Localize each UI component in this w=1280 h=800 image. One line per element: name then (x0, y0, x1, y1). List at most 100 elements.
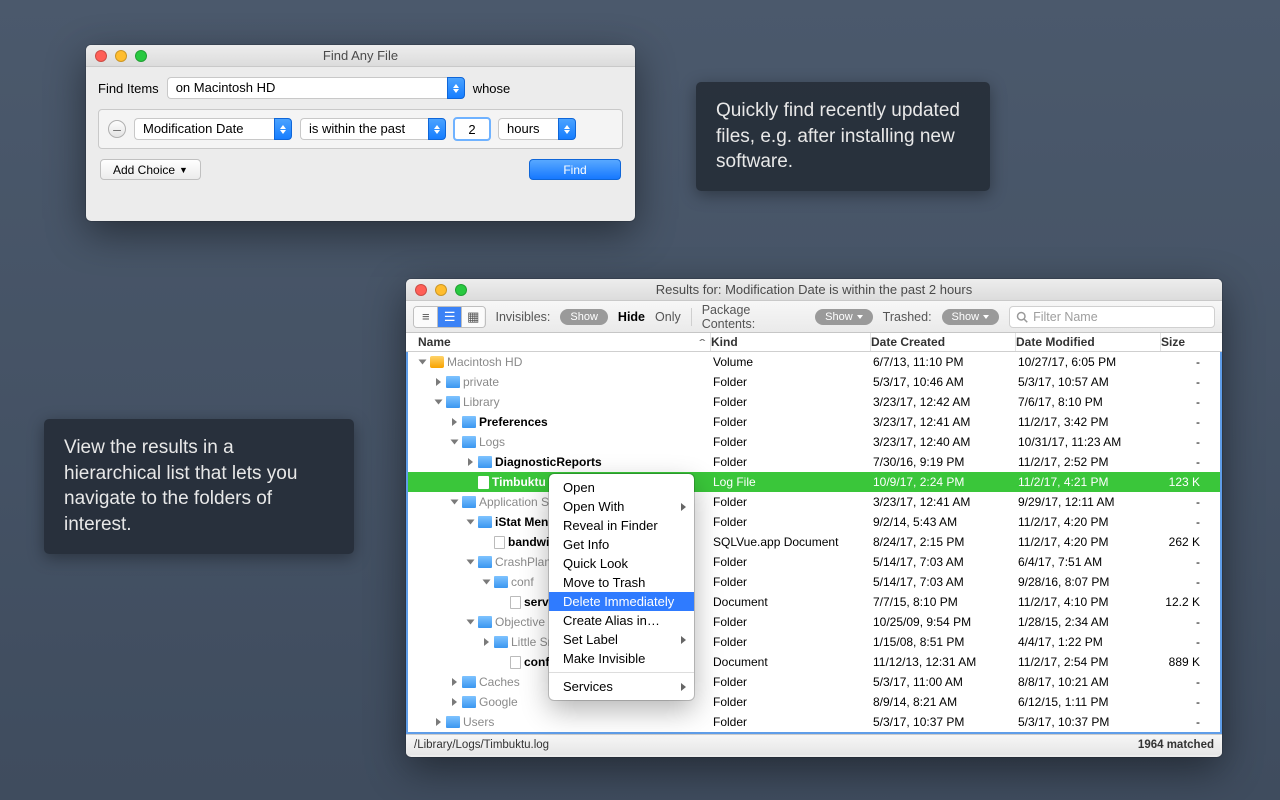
row-created: 8/24/17, 2:15 PM (873, 535, 1018, 549)
minimize-icon[interactable] (435, 284, 447, 296)
menu-item[interactable]: Delete Immediately (549, 592, 694, 611)
row-created: 6/7/13, 11:10 PM (873, 355, 1018, 369)
package-show-button[interactable]: Show (815, 309, 873, 325)
add-choice-button[interactable]: Add Choice▼ (100, 159, 201, 180)
menu-item[interactable]: Create Alias in… (549, 611, 694, 630)
row-size: 12.2 K (1163, 595, 1210, 609)
status-path: /Library/Logs/Timbuktu.log (414, 739, 549, 751)
disclosure-triangle-icon[interactable] (436, 378, 441, 386)
row-created: 1/15/08, 8:51 PM (873, 635, 1018, 649)
disclosure-triangle-icon[interactable] (452, 698, 457, 706)
location-select[interactable]: on Macintosh HD (167, 77, 465, 99)
chevron-updown-icon (447, 77, 465, 99)
table-row[interactable]: Macintosh HDVolume6/7/13, 11:10 PM10/27/… (408, 352, 1220, 372)
table-row[interactable]: PreferencesFolder3/23/17, 12:41 AM11/2/1… (408, 412, 1220, 432)
table-row[interactable]: CrashPlanFolder5/14/17, 7:03 AM6/4/17, 7… (408, 552, 1220, 572)
row-kind: Folder (713, 395, 873, 409)
col-size: Size (1161, 333, 1208, 351)
menu-item[interactable]: Services (549, 677, 694, 696)
menu-item[interactable]: Move to Trash (549, 573, 694, 592)
zoom-icon[interactable] (135, 50, 147, 62)
criterion-unit-select[interactable]: hours (498, 118, 576, 140)
invisibles-only-button[interactable]: Only (655, 310, 681, 324)
traffic-lights (86, 50, 147, 62)
row-kind: Folder (713, 515, 873, 529)
row-size: - (1163, 415, 1210, 429)
table-row[interactable]: privateFolder5/3/17, 10:46 AM5/3/17, 10:… (408, 372, 1220, 392)
criterion-op-select[interactable]: is within the past (300, 118, 446, 140)
criterion-value-input[interactable]: 2 (454, 118, 490, 140)
find-title: Find Any File (86, 48, 635, 63)
disclosure-triangle-icon[interactable] (467, 520, 475, 525)
table-row[interactable]: LibraryFolder3/23/17, 12:42 AM7/6/17, 8:… (408, 392, 1220, 412)
row-name: private (463, 375, 499, 389)
menu-item[interactable]: Set Label (549, 630, 694, 649)
menu-item[interactable]: Open (549, 478, 694, 497)
close-icon[interactable] (95, 50, 107, 62)
criterion-field-select[interactable]: Modification Date (134, 118, 292, 140)
table-row[interactable]: GoogleFolder8/9/14, 8:21 AM6/12/15, 1:11… (408, 692, 1220, 712)
results-titlebar[interactable]: Results for: Modification Date is within… (406, 279, 1222, 301)
table-row[interactable]: confFolder5/14/17, 7:03 AM9/28/16, 8:07 … (408, 572, 1220, 592)
folder-icon (446, 716, 460, 728)
disclosure-triangle-icon[interactable] (451, 440, 459, 445)
row-size: - (1163, 455, 1210, 469)
disclosure-triangle-icon[interactable] (467, 620, 475, 625)
menu-item[interactable]: Open With (549, 497, 694, 516)
find-button[interactable]: Find (529, 159, 621, 180)
disclosure-triangle-icon[interactable] (468, 458, 473, 466)
menu-item[interactable]: Quick Look (549, 554, 694, 573)
view-list-icon[interactable]: ≡ (414, 307, 437, 327)
table-row[interactable]: CachesFolder5/3/17, 11:00 AM8/8/17, 10:2… (408, 672, 1220, 692)
row-kind: Folder (713, 375, 873, 389)
disclosure-triangle-icon[interactable] (435, 400, 443, 405)
view-grid-icon[interactable]: ▦ (461, 307, 485, 327)
row-modified: 9/28/16, 8:07 PM (1018, 575, 1163, 589)
remove-criterion-button[interactable]: – (108, 120, 126, 138)
menu-item[interactable]: Reveal in Finder (549, 516, 694, 535)
disclosure-triangle-icon[interactable] (452, 678, 457, 686)
row-size: - (1163, 395, 1210, 409)
table-row[interactable]: LogsFolder3/23/17, 12:40 AM10/31/17, 11:… (408, 432, 1220, 452)
menu-item[interactable]: Make Invisible (549, 649, 694, 668)
minimize-icon[interactable] (115, 50, 127, 62)
invisibles-show-button[interactable]: Show (560, 309, 608, 325)
view-tree-icon[interactable]: ☰ (437, 307, 461, 327)
disclosure-triangle-icon[interactable] (484, 638, 489, 646)
results-body[interactable]: Macintosh HDVolume6/7/13, 11:10 PM10/27/… (406, 352, 1222, 734)
table-row[interactable]: iStat MenuFolder9/2/14, 5:43 AM11/2/17, … (408, 512, 1220, 532)
row-modified: 11/2/17, 3:42 PM (1018, 415, 1163, 429)
row-kind: Folder (713, 555, 873, 569)
disclosure-triangle-icon[interactable] (452, 418, 457, 426)
disclosure-triangle-icon[interactable] (467, 560, 475, 565)
trashed-show-button[interactable]: Show (942, 309, 1000, 325)
find-titlebar[interactable]: Find Any File (86, 45, 635, 67)
disclosure-triangle-icon[interactable] (419, 360, 427, 365)
close-icon[interactable] (415, 284, 427, 296)
disclosure-triangle-icon[interactable] (451, 500, 459, 505)
table-row[interactable]: UsersFolder5/3/17, 10:37 PM5/3/17, 10:37… (408, 712, 1220, 732)
row-kind: Document (713, 595, 873, 609)
menu-item[interactable]: Get Info (549, 535, 694, 554)
table-row[interactable]: DiagnosticReportsFolder7/30/16, 9:19 PM1… (408, 452, 1220, 472)
row-kind: Folder (713, 635, 873, 649)
table-row[interactable]: Little SnFolder1/15/08, 8:51 PM4/4/17, 1… (408, 632, 1220, 652)
table-row[interactable]: bandwiSQLVue.app Document8/24/17, 2:15 P… (408, 532, 1220, 552)
document-icon (478, 476, 489, 489)
row-kind: Folder (713, 715, 873, 729)
column-headers[interactable]: Name Kind Date Created Date Modified Siz… (406, 333, 1222, 352)
context-menu[interactable]: OpenOpen WithReveal in FinderGet InfoQui… (549, 474, 694, 700)
invisibles-hide-button[interactable]: Hide (618, 310, 645, 324)
filter-name-input[interactable]: Filter Name (1009, 306, 1215, 328)
disclosure-triangle-icon[interactable] (483, 580, 491, 585)
results-window: Results for: Modification Date is within… (406, 279, 1222, 757)
zoom-icon[interactable] (455, 284, 467, 296)
table-row[interactable]: TimbuktuLog File10/9/17, 2:24 PM11/2/17,… (408, 472, 1220, 492)
table-row[interactable]: Application SFolder3/23/17, 12:41 AM9/29… (408, 492, 1220, 512)
view-mode-segmented[interactable]: ≡ ☰ ▦ (413, 306, 486, 328)
table-row[interactable]: configDocument11/12/13, 12:31 AM11/2/17,… (408, 652, 1220, 672)
row-kind: SQLVue.app Document (713, 535, 873, 549)
table-row[interactable]: servicDocument7/7/15, 8:10 PM11/2/17, 4:… (408, 592, 1220, 612)
table-row[interactable]: Objective CFolder10/25/09, 9:54 PM1/28/1… (408, 612, 1220, 632)
disclosure-triangle-icon[interactable] (436, 718, 441, 726)
